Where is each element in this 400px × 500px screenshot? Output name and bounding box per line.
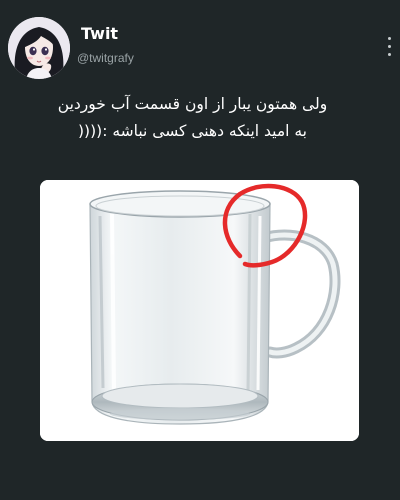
vertical-ellipsis-icon (388, 37, 391, 40)
display-name[interactable]: Twit (81, 24, 118, 44)
vertical-ellipsis-icon (388, 53, 391, 56)
vertical-ellipsis-icon (388, 45, 391, 48)
glass-mug-image (40, 180, 359, 441)
tweet-text-line: ولی همتون یبار از اون قسمت آب خوردین (57, 95, 328, 113)
tweet-media-image[interactable] (40, 180, 359, 441)
tweet-text-line: به امید اینکه دهنی کسی نباشه :(((( (78, 122, 307, 140)
more-options-button[interactable] (384, 34, 396, 62)
avatar[interactable] (8, 17, 70, 79)
anime-girl-avatar-icon (8, 17, 70, 79)
tweet-text: ولی همتون یبار از اون قسمت آب خوردین به … (20, 91, 365, 145)
tweet-screen: Twit @twitgrafy ولی همتون یبار از اون قس… (0, 0, 400, 500)
user-handle[interactable]: @twitgrafy (77, 51, 134, 65)
